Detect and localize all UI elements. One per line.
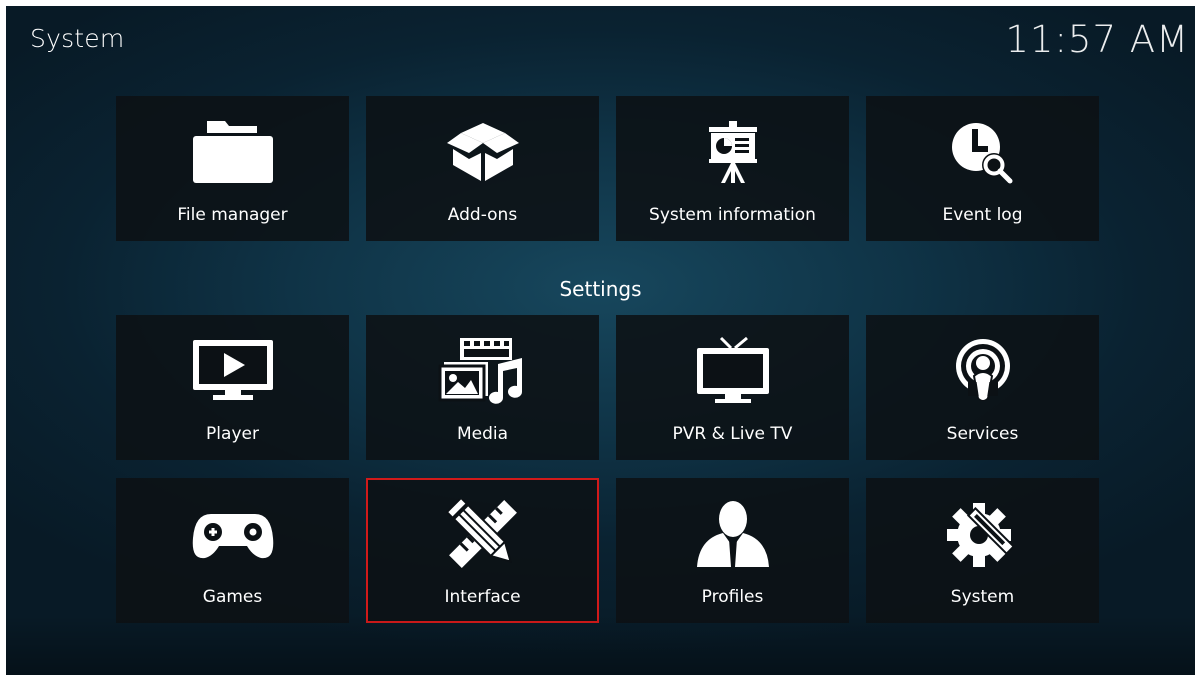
tile-label: File manager [177,205,288,225]
gamepad-icon [116,500,349,568]
tile-label: System [950,587,1015,607]
pencil-ruler-icon [368,499,597,568]
kodi-system-screen: System 11:57 AM File manager Add-ons Sys… [6,6,1195,675]
tile-label: Games [202,587,263,607]
tile-event-log[interactable]: Event log [866,96,1099,241]
tile-label: Media [456,424,509,444]
tile-games[interactable]: Games [116,478,349,623]
tile-system-information[interactable]: System information [616,96,849,241]
tile-label: Add-ons [447,205,518,225]
tile-label: PVR & Live TV [672,424,793,444]
clock: 11:57 AM [1005,18,1189,61]
tile-interface[interactable]: Interface [366,478,599,623]
monitor-play-icon [116,337,349,405]
tile-file-manager[interactable]: File manager [116,96,349,241]
settings-section-heading: Settings [559,277,642,301]
tile-label: Player [206,424,259,444]
tv-antenna-icon [616,336,849,405]
presentation-board-icon [616,118,849,186]
broadcast-icon [866,337,1099,405]
folder-icon [116,118,349,186]
tile-label: Profiles [701,587,764,607]
media-library-icon [366,337,599,405]
tile-profiles[interactable]: Profiles [616,478,849,623]
tile-pvr-live-tv[interactable]: PVR & Live TV [616,315,849,460]
page-title: System [30,24,125,53]
tile-services[interactable]: Services [866,315,1099,460]
tile-media[interactable]: Media [366,315,599,460]
tile-label: Interface [444,587,521,607]
tile-label: Services [946,424,1019,444]
tile-label: Event log [942,205,1023,225]
tile-label: System information [649,205,816,225]
tile-system[interactable]: System [866,478,1099,623]
user-silhouette-icon [616,500,849,568]
gear-wrench-icon [866,500,1099,568]
open-box-icon [366,118,599,186]
clock-search-icon [866,118,1099,186]
tile-player[interactable]: Player [116,315,349,460]
tile-add-ons[interactable]: Add-ons [366,96,599,241]
